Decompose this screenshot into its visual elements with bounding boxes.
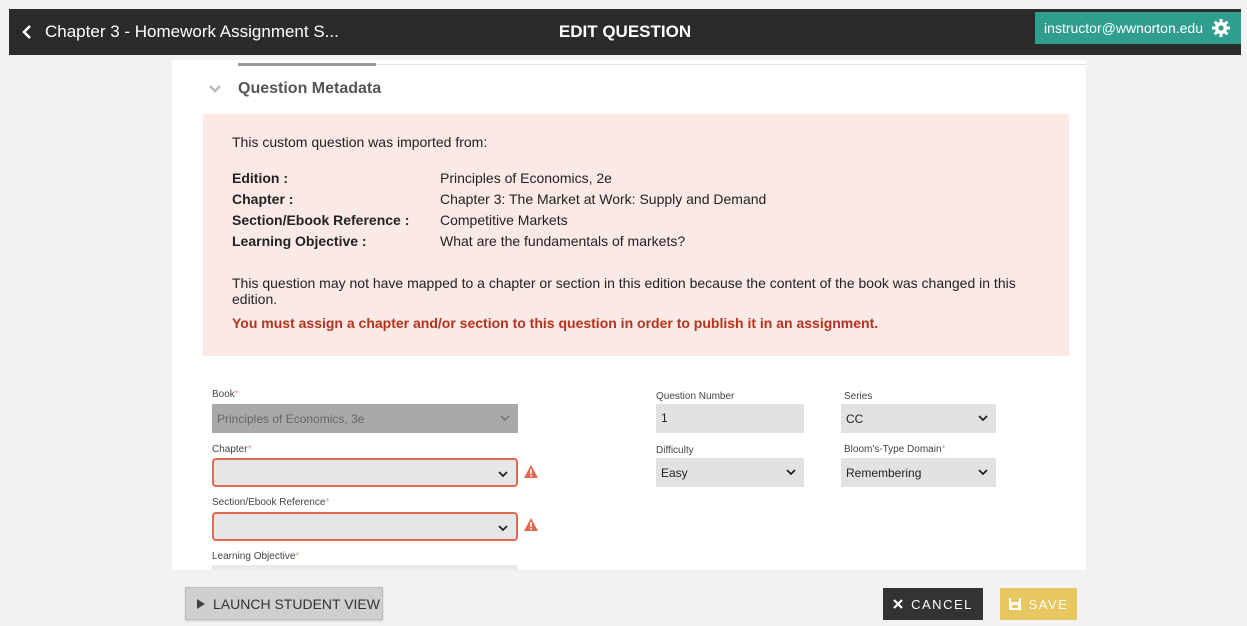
save-icon bbox=[1008, 598, 1021, 610]
edition-value: Principles of Economics, 2e bbox=[440, 170, 612, 186]
user-email: instructor@wwnorton.edu bbox=[1044, 20, 1203, 36]
back-label: Chapter 3 - Homework Assignment S... bbox=[45, 22, 339, 41]
question-number-input[interactable]: 1 bbox=[656, 404, 804, 433]
footer-bar: LAUNCH STUDENT VIEW CANCEL SAVE bbox=[172, 572, 1086, 626]
learning-objective-label: Learning Objective : bbox=[232, 233, 367, 249]
close-x-icon bbox=[893, 599, 903, 609]
top-bar: Chapter 3 - Homework Assignment S... EDI… bbox=[9, 9, 1241, 55]
user-menu-button[interactable]: instructor@wwnorton.edu bbox=[1035, 12, 1241, 44]
launch-student-view-button[interactable]: LAUNCH STUDENT VIEW bbox=[185, 587, 383, 620]
warning-triangle-icon bbox=[524, 518, 538, 531]
series-select-value: CC bbox=[846, 411, 864, 426]
chevron-down-icon bbox=[978, 469, 988, 476]
section-value: Competitive Markets bbox=[440, 212, 568, 228]
chevron-left-icon bbox=[22, 25, 31, 39]
cancel-label: CANCEL bbox=[911, 596, 973, 612]
difficulty-select-value: Easy bbox=[661, 465, 688, 480]
divider bbox=[376, 64, 1086, 65]
book-label: Book* bbox=[212, 389, 239, 400]
chevron-down-icon bbox=[786, 469, 796, 476]
play-triangle-icon bbox=[197, 598, 205, 609]
chevron-down-icon bbox=[500, 415, 510, 422]
blooms-label: Bloom's-Type Domain* bbox=[844, 444, 946, 455]
notice-intro: This custom question was imported from: bbox=[232, 134, 488, 150]
series-select[interactable]: CC bbox=[841, 404, 996, 433]
back-button[interactable]: Chapter 3 - Homework Assignment S... bbox=[21, 9, 339, 55]
edit-question-panel: Question Metadata This custom question w… bbox=[172, 60, 1086, 570]
chevron-down-icon bbox=[498, 471, 508, 478]
learning-objective-value: What are the fundamentals of markets? bbox=[440, 233, 686, 249]
chapter-field-label: Chapter* bbox=[212, 444, 252, 455]
chevron-down-icon bbox=[978, 415, 988, 422]
chevron-down-icon bbox=[498, 525, 508, 532]
blooms-select[interactable]: Remembering bbox=[841, 458, 996, 487]
save-button[interactable]: SAVE bbox=[1000, 588, 1077, 620]
gear-icon bbox=[1212, 19, 1230, 37]
notice-body: This question may not have mapped to a c… bbox=[232, 275, 1016, 307]
chapter-select[interactable] bbox=[212, 458, 518, 487]
chapter-label: Chapter : bbox=[232, 191, 294, 207]
edition-label: Edition : bbox=[232, 170, 288, 186]
learning-objective-field-label: Learning Objective* bbox=[212, 551, 300, 562]
difficulty-select[interactable]: Easy bbox=[656, 458, 804, 487]
chapter-value: Chapter 3: The Market at Work: Supply an… bbox=[440, 191, 767, 207]
book-select[interactable]: Principles of Economics, 3e bbox=[212, 404, 518, 433]
section-title: Question Metadata bbox=[238, 80, 382, 97]
import-notice: This custom question was imported from: … bbox=[203, 114, 1069, 356]
question-metadata-toggle[interactable]: Question Metadata bbox=[208, 78, 381, 100]
series-label: Series bbox=[844, 391, 873, 402]
save-label: SAVE bbox=[1028, 596, 1069, 612]
section-label: Section/Ebook Reference : bbox=[232, 212, 410, 228]
blooms-select-value: Remembering bbox=[846, 465, 922, 480]
tab-indicator bbox=[238, 63, 376, 66]
warning-triangle-icon bbox=[524, 465, 538, 478]
section-select[interactable] bbox=[212, 512, 518, 541]
learning-objective-select[interactable] bbox=[212, 565, 518, 570]
notice-warning: You must assign a chapter and/or section… bbox=[232, 315, 879, 331]
question-number-label: Question Number bbox=[656, 391, 735, 402]
cancel-button[interactable]: CANCEL bbox=[883, 588, 983, 620]
book-select-value: Principles of Economics, 3e bbox=[217, 411, 365, 426]
launch-label: LAUNCH STUDENT VIEW bbox=[213, 595, 380, 612]
difficulty-label: Difficulty bbox=[656, 445, 694, 456]
chevron-down-icon bbox=[209, 85, 221, 93]
section-field-label: Section/Ebook Reference* bbox=[212, 497, 330, 508]
